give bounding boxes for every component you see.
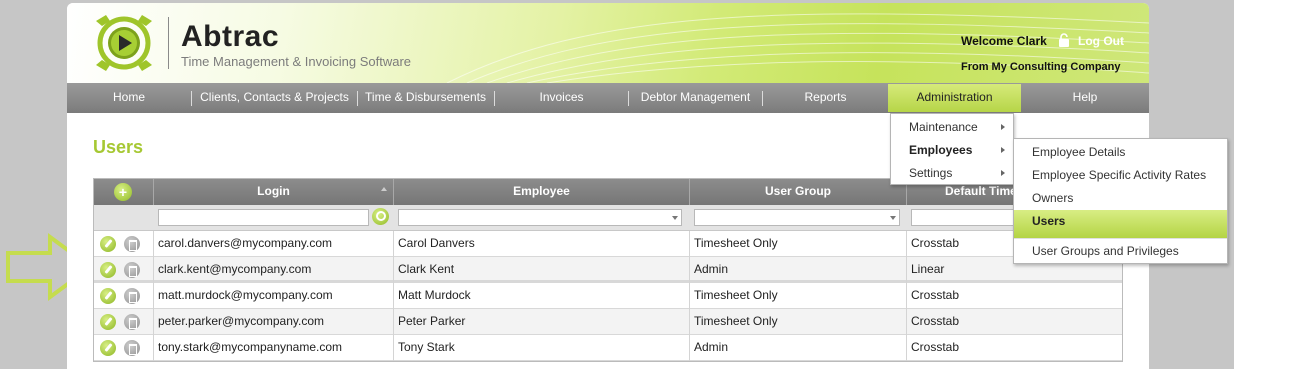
- chevron-down-icon: [672, 216, 678, 220]
- app-window: Abtrac Time Management & Invoicing Softw…: [67, 3, 1149, 369]
- brand-name: Abtrac: [181, 20, 280, 53]
- nav-invoices[interactable]: Invoices: [495, 83, 628, 113]
- abtrac-logo-icon: [96, 15, 152, 71]
- add-user-button[interactable]: +: [114, 183, 132, 201]
- cell-user-group: Timesheet Only: [689, 283, 906, 309]
- chevron-down-icon: [890, 216, 896, 220]
- nav-clients-contacts-projects[interactable]: Clients, Contacts & Projects: [192, 83, 357, 113]
- cell-employee: Peter Parker: [393, 309, 689, 335]
- logout-link[interactable]: Log Out: [1078, 34, 1124, 48]
- cell-login: matt.murdock@mycompany.com: [153, 283, 393, 309]
- cell-login: carol.danvers@mycompany.com: [153, 231, 393, 257]
- company-text: From My Consulting Company: [961, 61, 1121, 73]
- cell-employee: Tony Stark: [393, 335, 689, 361]
- column-header-employee[interactable]: Employee: [393, 179, 689, 205]
- menu-item-settings[interactable]: Settings: [891, 162, 1013, 184]
- chevron-right-icon: [1001, 147, 1005, 153]
- nav-reports[interactable]: Reports: [763, 83, 888, 113]
- table-row[interactable]: matt.murdock@mycompany.com Matt Murdock …: [94, 283, 1122, 309]
- menu-item-owners[interactable]: Owners: [1014, 187, 1227, 209]
- menu-item-maintenance-label: Maintenance: [909, 120, 978, 134]
- page-margin: [1234, 0, 1310, 369]
- table-row[interactable]: peter.parker@mycompany.com Peter Parker …: [94, 309, 1122, 335]
- login-filter-input[interactable]: [158, 209, 369, 226]
- edit-icon[interactable]: [100, 262, 116, 278]
- menu-item-employees-label: Employees: [909, 143, 973, 157]
- cell-employee: Matt Murdock: [393, 283, 689, 309]
- column-header-login[interactable]: Login: [153, 179, 393, 205]
- main-nav: Home Clients, Contacts & Projects Time &…: [67, 83, 1149, 113]
- cell-login: peter.parker@mycompany.com: [153, 309, 393, 335]
- delete-icon[interactable]: [124, 262, 140, 278]
- edit-icon[interactable]: [100, 314, 116, 330]
- nav-administration[interactable]: Administration: [888, 84, 1021, 112]
- administration-menu: Maintenance Employees Settings: [890, 113, 1014, 185]
- nav-debtor-management[interactable]: Debtor Management: [629, 83, 762, 113]
- employees-submenu: Employee Details Employee Specific Activ…: [1013, 138, 1228, 264]
- menu-item-user-groups-privileges[interactable]: User Groups and Privileges: [1014, 240, 1227, 262]
- menu-item-employee-activity-rates[interactable]: Employee Specific Activity Rates: [1014, 164, 1227, 186]
- search-icon[interactable]: [372, 208, 389, 225]
- table-row[interactable]: tony.stark@mycompanyname.com Tony Stark …: [94, 335, 1122, 361]
- table-row[interactable]: clark.kent@mycompany.com Clark Kent Admi…: [94, 257, 1122, 283]
- cell-default-time: Crosstab: [906, 335, 1124, 361]
- nav-help[interactable]: Help: [1021, 83, 1149, 113]
- cell-login: tony.stark@mycompanyname.com: [153, 335, 393, 361]
- user-group-filter-select[interactable]: [694, 209, 900, 226]
- cell-default-time: Crosstab: [906, 309, 1124, 335]
- delete-icon[interactable]: [124, 288, 140, 304]
- cell-employee: Carol Danvers: [393, 231, 689, 257]
- nav-time-disbursements[interactable]: Time & Disbursements: [358, 83, 493, 113]
- edit-icon[interactable]: [100, 340, 116, 356]
- employee-filter-select[interactable]: [398, 209, 682, 226]
- cell-user-group: Timesheet Only: [689, 231, 906, 257]
- grid-filter-row: [94, 205, 1122, 231]
- cell-default-time: Crosstab: [906, 283, 1124, 309]
- chevron-right-icon: [1001, 124, 1005, 130]
- delete-icon[interactable]: [124, 314, 140, 330]
- menu-item-employees[interactable]: Employees: [891, 139, 1013, 161]
- lock-icon: [1059, 33, 1069, 47]
- menu-item-employee-details[interactable]: Employee Details: [1014, 141, 1227, 163]
- page-title: Users: [93, 137, 144, 157]
- chevron-right-icon: [1001, 170, 1005, 176]
- cell-user-group: Admin: [689, 257, 906, 283]
- logo-divider: [168, 17, 169, 69]
- column-header-login-label: Login: [257, 184, 290, 198]
- menu-item-maintenance[interactable]: Maintenance: [891, 116, 1013, 138]
- brand-tagline: Time Management & Invoicing Software: [181, 54, 412, 69]
- menu-item-users[interactable]: Users: [1014, 210, 1227, 238]
- delete-icon[interactable]: [124, 236, 140, 252]
- cell-user-group: Admin: [689, 335, 906, 361]
- edit-icon[interactable]: [100, 236, 116, 252]
- header: Abtrac Time Management & Invoicing Softw…: [67, 3, 1149, 83]
- cell-user-group: Timesheet Only: [689, 309, 906, 335]
- menu-divider: [1014, 238, 1227, 239]
- table-row[interactable]: carol.danvers@mycompany.com Carol Danver…: [94, 231, 1122, 257]
- welcome-text: Welcome Clark: [961, 34, 1047, 48]
- column-header-user-group[interactable]: User Group: [689, 179, 906, 205]
- delete-icon[interactable]: [124, 340, 140, 356]
- edit-icon[interactable]: [100, 288, 116, 304]
- menu-item-settings-label: Settings: [909, 166, 953, 180]
- cell-employee: Clark Kent: [393, 257, 689, 283]
- sort-ascending-icon[interactable]: [381, 187, 387, 191]
- nav-home[interactable]: Home: [67, 83, 191, 113]
- users-grid: + Login Employee User Group Default Time…: [93, 178, 1123, 362]
- cell-login: clark.kent@mycompany.com: [153, 257, 393, 283]
